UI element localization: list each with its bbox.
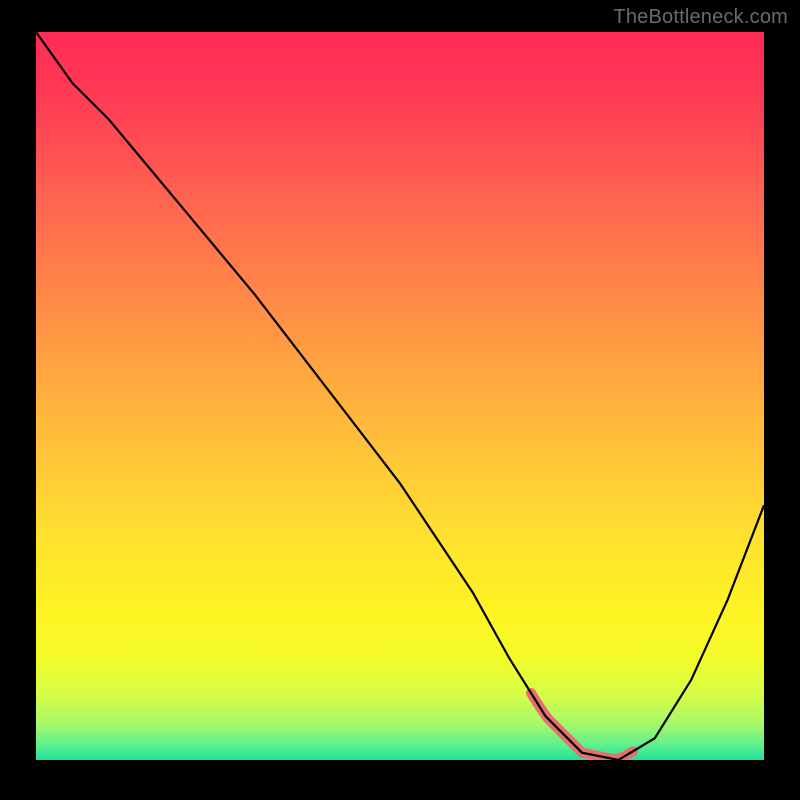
chart-curve bbox=[36, 32, 764, 760]
chart-plot-area bbox=[36, 32, 764, 760]
chart-highlight-segment bbox=[531, 693, 633, 760]
chart-svg bbox=[36, 32, 764, 760]
watermark-text: TheBottleneck.com bbox=[613, 6, 788, 29]
